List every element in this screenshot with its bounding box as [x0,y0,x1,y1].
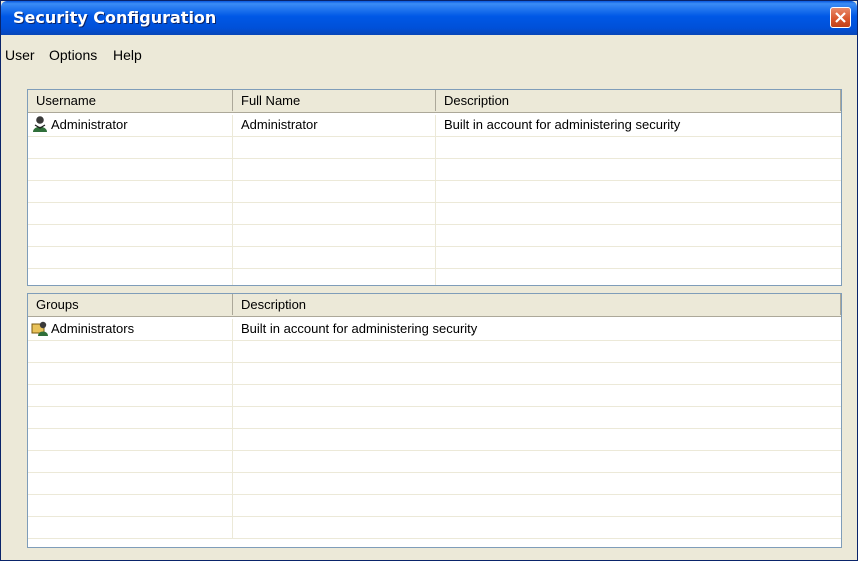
title-bar[interactable]: Security Configuration [1,1,857,35]
column-header-description[interactable]: Description [436,90,841,111]
menu-options[interactable]: Options [49,47,97,63]
table-row [28,137,841,159]
table-row [28,363,841,385]
close-button[interactable] [830,7,851,28]
column-header-groups[interactable]: Groups [28,294,233,315]
column-header-username[interactable]: Username [28,90,233,111]
description-cell: Built in account for administering secur… [444,117,681,132]
users-list[interactable]: Username Full Name Description Administr… [27,89,842,286]
column-header-full-name[interactable]: Full Name [233,90,436,111]
user-icon [33,116,47,132]
close-icon [835,12,846,23]
table-row [28,517,841,539]
table-row [28,495,841,517]
group-name-cell: Administrators [51,321,135,336]
table-row [28,181,841,203]
full-name-cell: Administrator [233,115,436,137]
window-title: Security Configuration [13,8,217,27]
group-icon [31,321,48,336]
username-cell: Administrator [51,117,128,132]
table-row [28,203,841,225]
security-configuration-window: Security Configuration User Options Help… [0,0,858,561]
groups-list[interactable]: Groups Description Administrators Built … [27,293,842,548]
table-row [28,341,841,363]
table-row [28,225,841,247]
table-row [28,473,841,495]
description-cell: Built in account for administering secur… [241,321,478,336]
menu-user[interactable]: User [5,47,35,63]
table-row [28,159,841,181]
users-list-header: Username Full Name Description [28,90,841,113]
table-row [28,247,841,269]
menu-help[interactable]: Help [113,47,142,63]
table-row [28,451,841,473]
column-header-description[interactable]: Description [233,294,841,315]
table-row[interactable]: Administrators Built in account for admi… [28,319,841,341]
table-row [28,385,841,407]
groups-list-header: Groups Description [28,294,841,317]
menu-bar: User Options Help [1,35,857,65]
table-row [28,407,841,429]
table-row [28,429,841,451]
table-row[interactable]: Administrator Administrator Built in acc… [28,115,841,137]
table-row [28,269,841,285]
